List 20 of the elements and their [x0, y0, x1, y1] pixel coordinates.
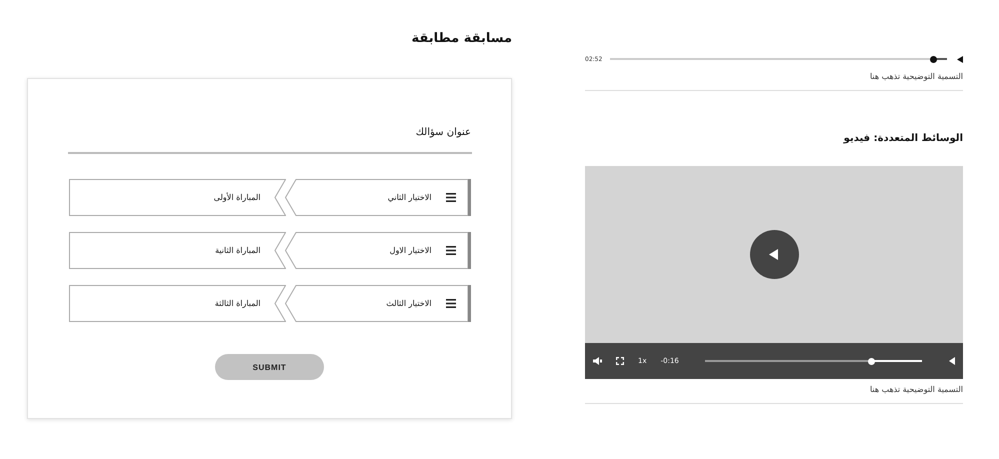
drag-handle-icon[interactable]	[446, 246, 456, 255]
play-icon[interactable]	[957, 56, 963, 62]
match-item: المباراة الثالثة	[68, 285, 286, 322]
fullscreen-icon[interactable]	[616, 357, 624, 365]
video-caption: التسمية التوضيحية تذهب هنا	[868, 385, 963, 394]
play-button[interactable]	[750, 230, 798, 279]
submit-button[interactable]: SUBMIT	[215, 354, 324, 380]
quiz-title: مسابقة مطابقة	[411, 30, 512, 48]
choice-item[interactable]: الاختيار الاول	[284, 232, 470, 269]
play-icon[interactable]	[949, 357, 955, 365]
volume-icon[interactable]	[593, 357, 602, 365]
match-item: المباراة الثانية	[68, 232, 286, 269]
drag-handle-icon[interactable]	[446, 193, 456, 202]
audio-caption: التسمية التوضيحية تذهب هنا	[868, 72, 963, 81]
match-item: المباراة الأولى	[68, 179, 286, 216]
video-heading: الوسائط المتعددة: فيديو	[842, 133, 963, 144]
question-title: عنوان سؤالك	[416, 127, 471, 138]
drag-handle-icon[interactable]	[446, 299, 456, 308]
choice-item[interactable]: الاختيار الثاني	[284, 179, 470, 216]
choice-item[interactable]: الاختيار الثالث	[284, 285, 470, 322]
